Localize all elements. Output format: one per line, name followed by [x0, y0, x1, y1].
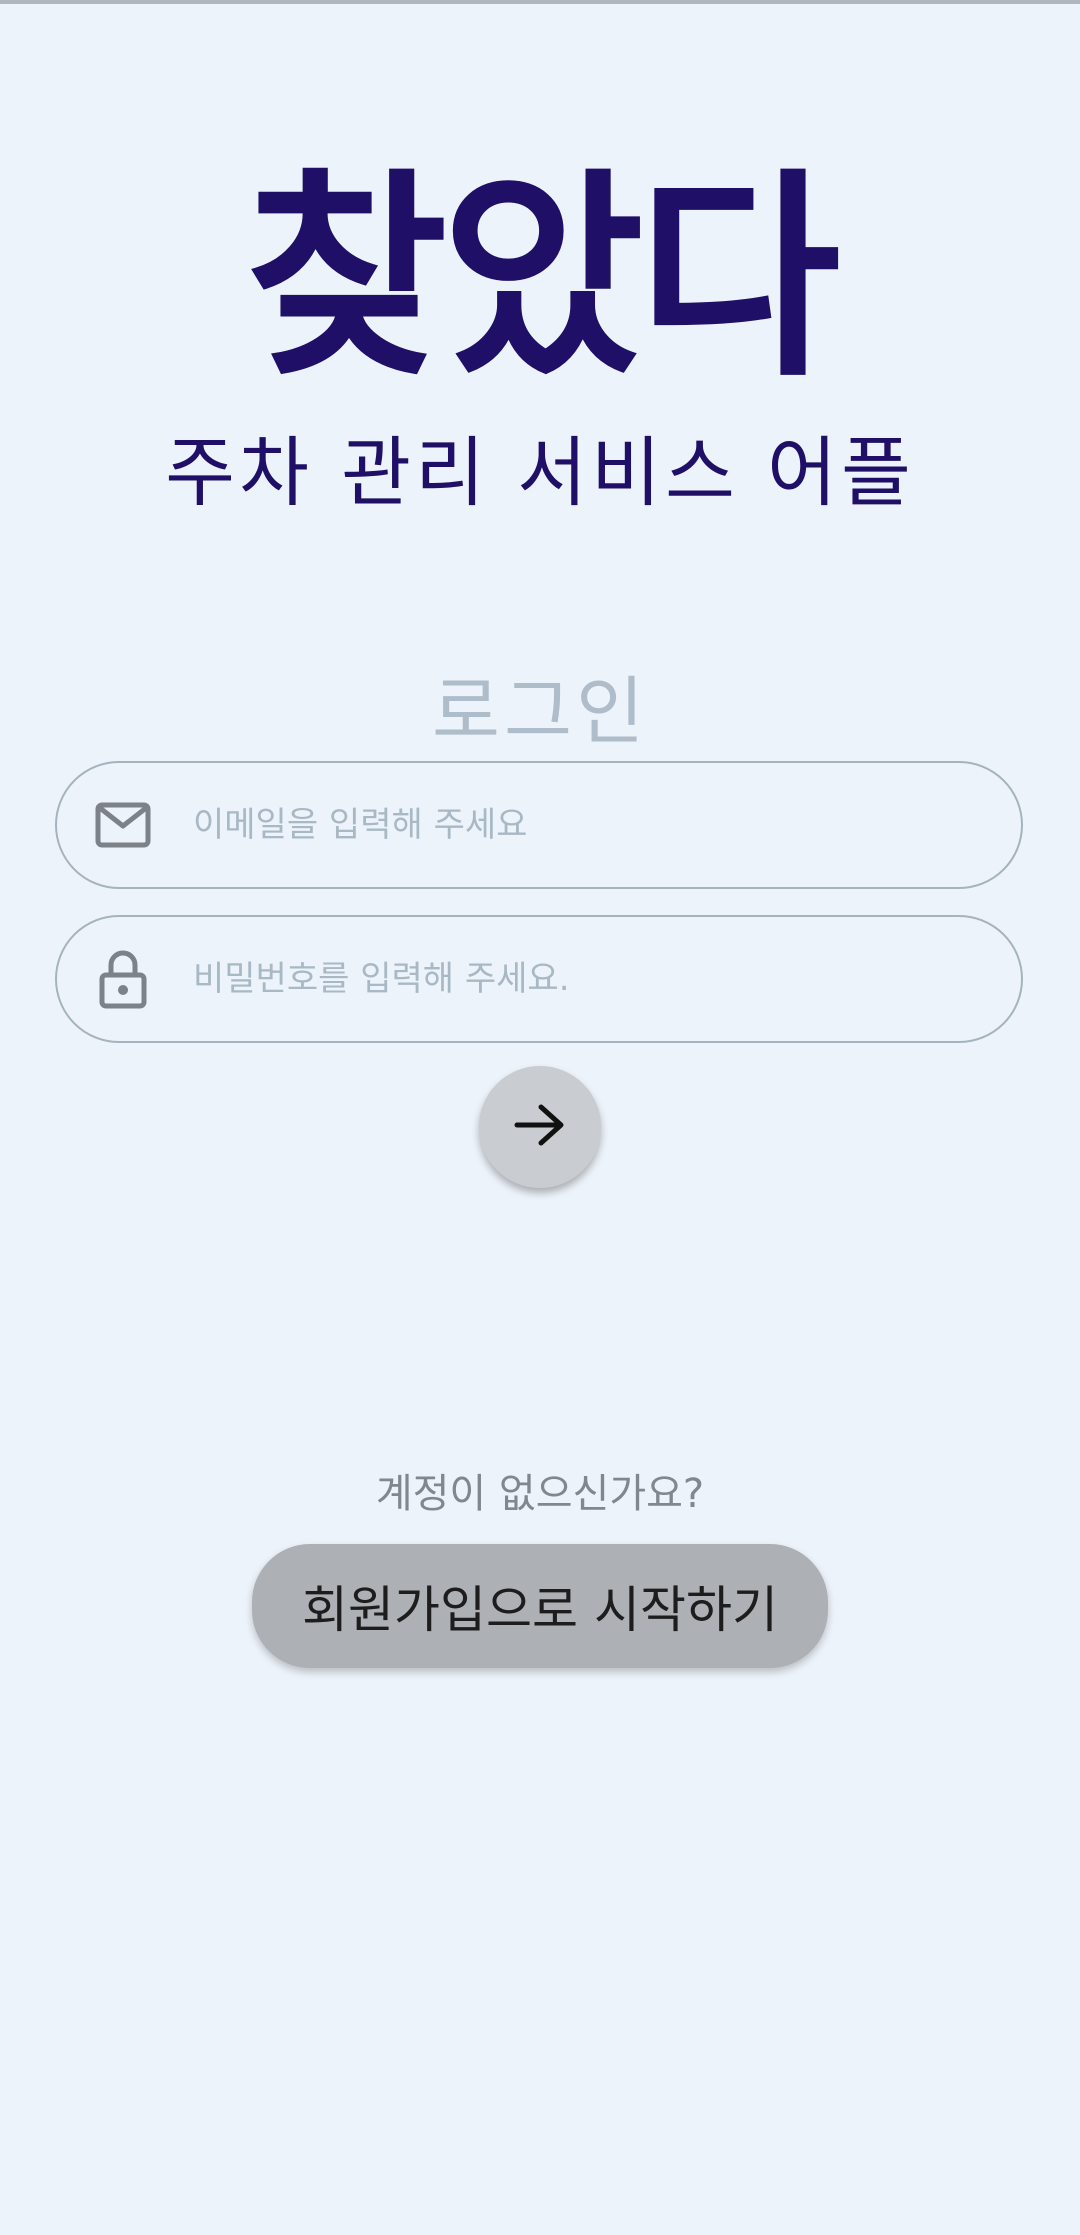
email-input[interactable] [191, 804, 981, 846]
login-heading: 로그인 [431, 669, 649, 755]
app-subtitle: 주차 관리 서비스 어플 [165, 428, 915, 517]
signup-button[interactable]: 회원가입으로 시작하기 [252, 1544, 828, 1668]
status-bar-divider [0, 0, 1080, 4]
app-title: 찾았다 [245, 150, 840, 406]
password-input[interactable] [191, 958, 981, 1000]
login-submit-button[interactable] [479, 1066, 601, 1188]
password-field[interactable] [55, 915, 1023, 1043]
mail-icon [93, 795, 153, 855]
email-field[interactable] [55, 761, 1023, 889]
lock-icon [93, 949, 153, 1009]
arrow-right-icon [514, 1103, 566, 1151]
no-account-prompt: 계정이 없으신가요? [375, 1471, 705, 1517]
